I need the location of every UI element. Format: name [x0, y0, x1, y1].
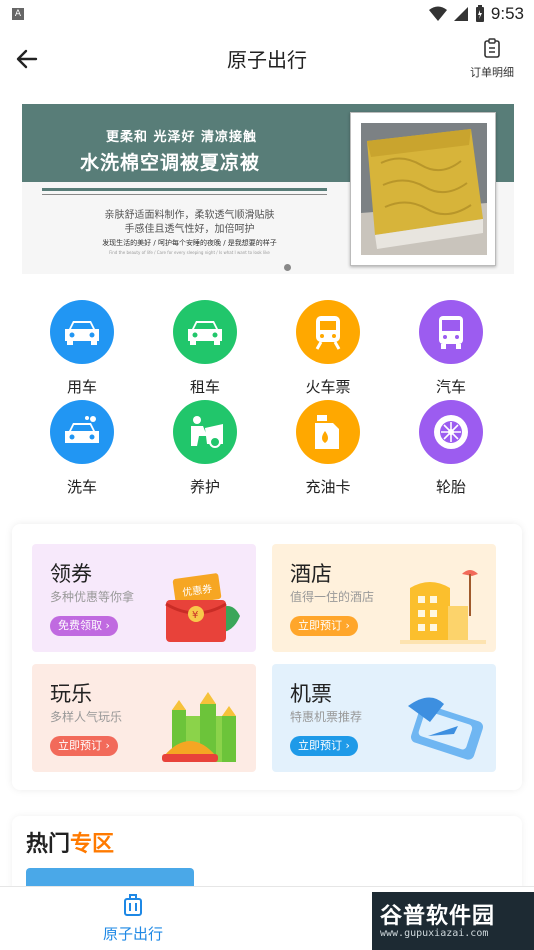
nav-tab-home[interactable]: 原子出行	[73, 893, 193, 944]
service-maintenance[interactable]: 养护	[155, 400, 255, 497]
banner-product-photo	[350, 112, 496, 266]
banner-title: 水洗棉空调被夏凉被	[80, 152, 261, 174]
luggage-icon	[124, 894, 142, 916]
service-label: 用车	[66, 378, 97, 396]
banner-divider-thin	[42, 194, 327, 195]
book-flight-button[interactable]: 立即预订 ›	[290, 736, 358, 756]
hot-zone-section: 热门专区	[12, 816, 522, 896]
tile-title: 机票	[290, 682, 332, 706]
rental-car-icon	[173, 300, 237, 364]
banner-desc-line3: 发现生活的美好 / 呵护每个安睡的夜晚 / 是我想要的样子	[102, 239, 277, 247]
service-tire[interactable]: 轮胎	[401, 400, 501, 497]
coupon-illustration: 优惠券 ¥	[160, 566, 246, 646]
fuel-card-icon	[296, 400, 360, 464]
clock: 9:53	[490, 4, 524, 23]
car-wash-icon	[50, 400, 114, 464]
hot-zone-title: 热门专区	[26, 826, 114, 858]
page-title: 原子出行	[227, 48, 307, 72]
status-icons: 9:53	[428, 4, 524, 24]
banner-subtitle: 更柔和 光泽好 清凉接触	[106, 130, 258, 145]
maintenance-icon	[173, 400, 237, 464]
tile-subtitle: 值得一住的酒店	[290, 590, 375, 604]
tile-flight[interactable]: 机票 特惠机票推荐 立即预订 ›	[272, 664, 496, 772]
tile-fun[interactable]: 玩乐 多样人气玩乐 立即预订 ›	[32, 664, 256, 772]
tile-title: 酒店	[290, 562, 332, 586]
tile-title: 领券	[50, 562, 92, 586]
tile-subtitle: 多种优惠等你拿	[50, 590, 135, 604]
service-label: 养护	[189, 478, 220, 496]
service-fuel-card[interactable]: 充油卡	[278, 400, 378, 497]
banner-desc-line1: 亲肤舒适面料制作，柔软透气顺滑贴肤	[104, 210, 275, 221]
service-label: 火车票	[305, 378, 351, 396]
book-hotel-button[interactable]: 立即预订 ›	[290, 616, 358, 636]
order-detail-label: 订单明细	[470, 66, 514, 79]
watermark-url: www.gupuxiazai.com	[380, 928, 489, 939]
battery-icon	[475, 5, 484, 22]
app-header: 原子出行 订单明细	[0, 28, 534, 88]
service-label: 租车	[189, 378, 220, 396]
service-car-wash[interactable]: 洗车	[32, 400, 132, 497]
tire-icon	[419, 400, 483, 464]
flight-illustration	[400, 686, 486, 766]
book-fun-button[interactable]: 立即预订 ›	[50, 736, 118, 756]
nav-tab-label: 原子出行	[102, 925, 163, 943]
banner-divider	[42, 188, 327, 191]
service-label: 轮胎	[435, 478, 466, 496]
hotel-illustration	[400, 566, 486, 646]
hot-zone-title-part1: 热门	[26, 832, 71, 857]
service-label: 充油卡	[305, 478, 351, 496]
watermark-text: 谷普软件园	[380, 904, 496, 929]
tile-hotel[interactable]: 酒店 值得一住的酒店 立即预订 ›	[272, 544, 496, 652]
tile-title: 玩乐	[50, 682, 92, 706]
status-bar: A 9:53	[0, 0, 534, 28]
service-car[interactable]: 用车	[32, 300, 132, 397]
service-train[interactable]: 火车票	[278, 300, 378, 397]
quilt-image	[361, 123, 487, 255]
signal-icon	[453, 7, 468, 21]
promo-banner[interactable]: 更柔和 光泽好 清凉接触 水洗棉空调被夏凉被 亲肤舒适面料制作，柔软透气顺滑贴肤…	[22, 104, 514, 274]
banner-desc-line4: Find the beauty of life / Care for every…	[109, 250, 270, 255]
service-rental[interactable]: 租车	[155, 300, 255, 397]
banner-desc-line2: 手感佳且透气性好，加倍呵护	[124, 224, 255, 235]
bus-icon	[419, 300, 483, 364]
clipboard-icon	[484, 38, 500, 58]
service-label: 汽车	[435, 378, 466, 396]
notification-icon: A	[12, 8, 24, 20]
svg-text:¥: ¥	[192, 610, 198, 621]
carousel-indicator	[284, 264, 291, 271]
tile-subtitle: 多样人气玩乐	[50, 710, 123, 724]
tile-coupon[interactable]: 领券 多种优惠等你拿 免费领取 › 优惠券 ¥	[32, 544, 256, 652]
order-detail-button[interactable]: 订单明细	[464, 38, 520, 80]
hot-zone-title-part2: 专区	[70, 832, 115, 857]
bottom-nav: 原子出行 车 谷普软件园 www.gupuxiazai.com	[0, 886, 534, 950]
free-claim-button[interactable]: 免费领取 ›	[50, 616, 118, 636]
tile-subtitle: 特惠机票推荐	[290, 710, 363, 724]
car-icon	[50, 300, 114, 364]
train-icon	[296, 300, 360, 364]
feature-card: 领券 多种优惠等你拿 免费领取 › 优惠券 ¥ 酒店 值得一住的酒店 立即预订 …	[12, 524, 522, 790]
site-watermark: 谷普软件园 www.gupuxiazai.com	[372, 892, 534, 950]
service-bus[interactable]: 汽车	[401, 300, 501, 397]
wifi-icon	[428, 6, 447, 21]
service-label: 洗车	[66, 478, 97, 496]
amusement-illustration	[160, 686, 246, 766]
